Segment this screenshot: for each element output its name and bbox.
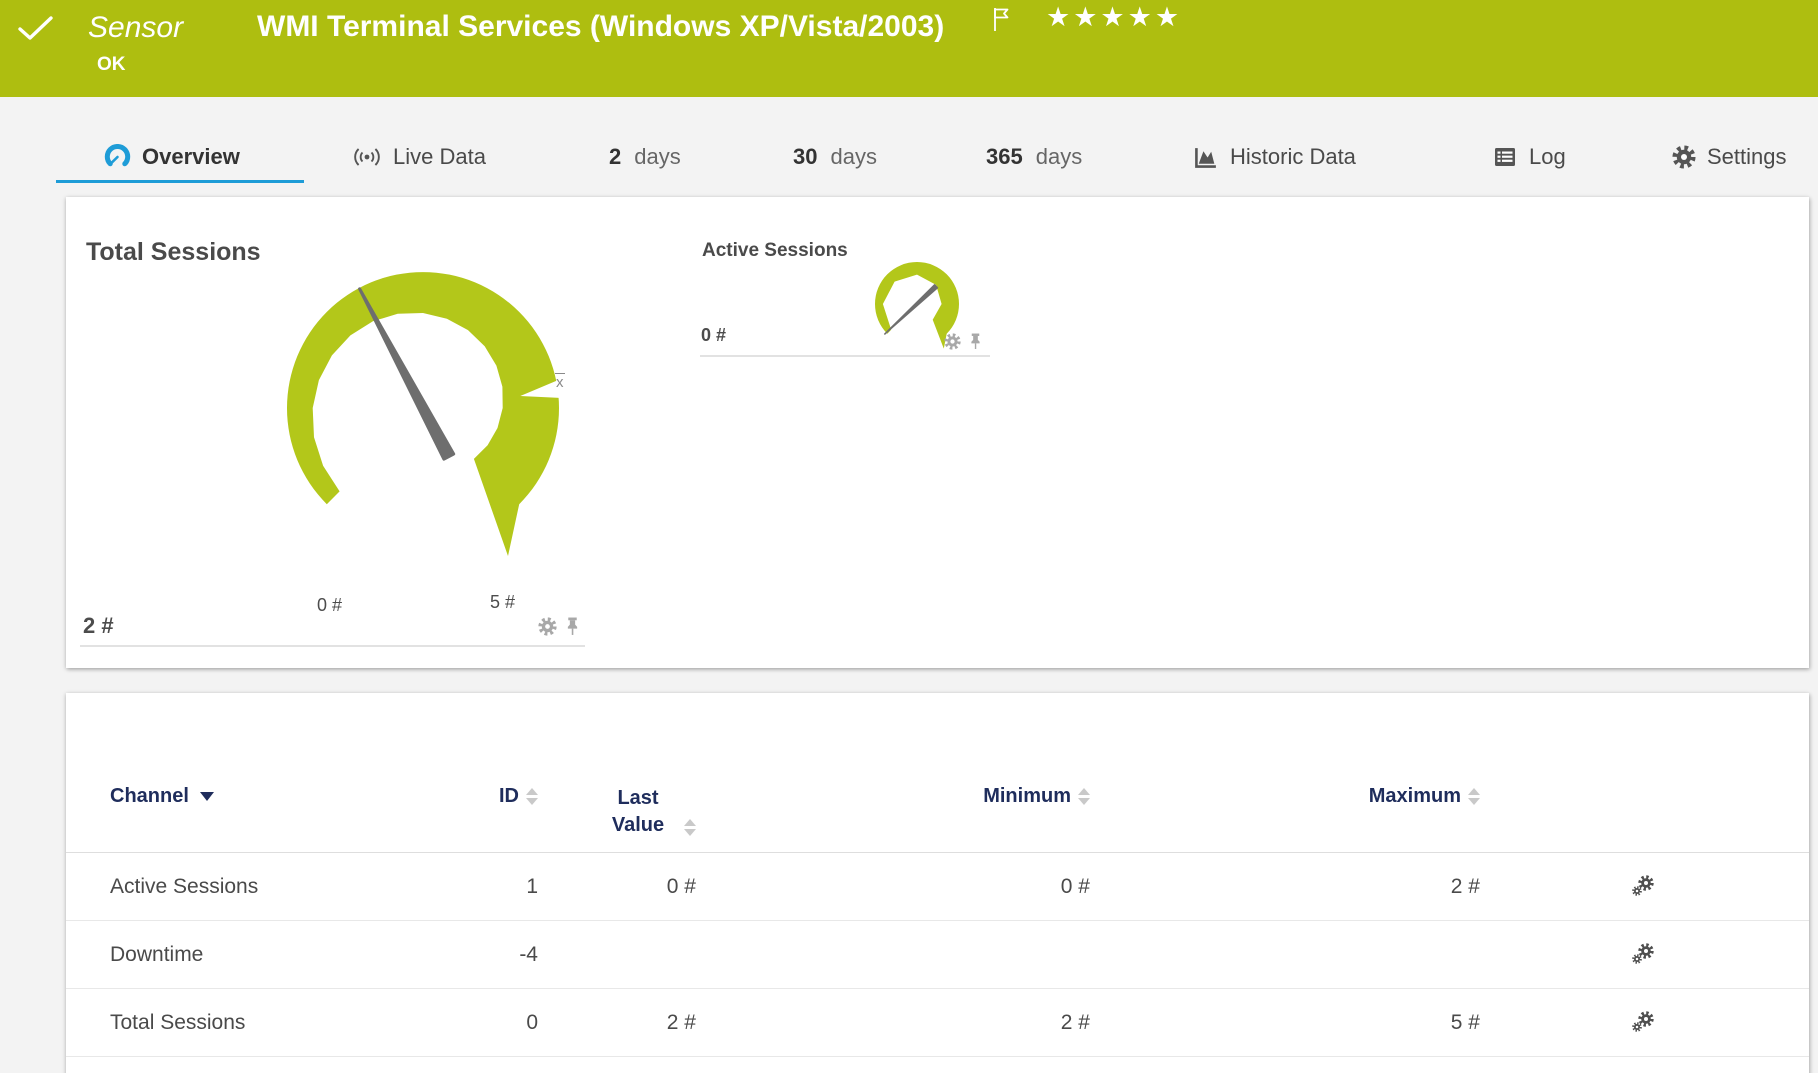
- tab-label: Live Data: [393, 144, 486, 170]
- gear-icon: [1672, 145, 1696, 169]
- gauges-panel: Total Sessions x 0 # 5 # 2 # Active Sess…: [66, 197, 1809, 668]
- tab-label: Overview: [142, 144, 240, 170]
- pin-icon[interactable]: [564, 617, 581, 636]
- tab-label: days: [1036, 144, 1082, 170]
- table-row-downtime: Downtime -4: [66, 921, 1809, 989]
- channel-settings-icon[interactable]: [1628, 873, 1655, 900]
- broadcast-icon: [352, 145, 382, 169]
- tab-2-days[interactable]: 2 days: [609, 134, 681, 180]
- tile-divider: [700, 355, 990, 357]
- gauge-scale-min: 0 #: [317, 595, 342, 616]
- gauge-current-value: 0 #: [701, 325, 726, 346]
- tab-live-data[interactable]: Live Data: [352, 134, 486, 180]
- column-header-label: ID: [499, 785, 519, 808]
- tab-label: days: [634, 144, 680, 170]
- tab-label: Settings: [1707, 144, 1787, 170]
- average-marker-label: x: [555, 374, 565, 391]
- tab-number: 30: [793, 144, 817, 170]
- channel-last-value: 0 #: [538, 875, 696, 899]
- total-sessions-gauge: [260, 258, 600, 588]
- status-text: OK: [97, 54, 126, 76]
- area-chart-icon: [1192, 144, 1219, 171]
- channel-id: 1: [398, 875, 538, 899]
- check-icon: [18, 16, 54, 42]
- gauge-title-active-sessions: Active Sessions: [702, 240, 848, 262]
- column-header-label: Last Value: [599, 785, 677, 839]
- column-header-minimum[interactable]: Minimum: [696, 785, 1090, 808]
- gauge-title-total-sessions: Total Sessions: [86, 238, 261, 267]
- tab-label: Historic Data: [1230, 144, 1356, 170]
- tab-number: 2: [609, 144, 621, 170]
- sort-arrows-icon: [1468, 788, 1480, 805]
- channel-minimum: 0 #: [696, 875, 1090, 899]
- channel-last-value: 2 #: [538, 1011, 696, 1035]
- column-header-id[interactable]: ID: [398, 785, 538, 808]
- tile-divider: [80, 645, 585, 647]
- sort-arrows-icon: [684, 819, 696, 836]
- gauge-icon: [104, 144, 131, 171]
- flag-icon[interactable]: [992, 6, 1014, 34]
- sort-desc-icon: [200, 792, 214, 801]
- gauge-scale-max: 5 #: [490, 592, 515, 613]
- tab-settings[interactable]: Settings: [1672, 134, 1787, 180]
- sensor-status-banner: Sensor WMI Terminal Services (Windows XP…: [0, 0, 1818, 97]
- gear-icon[interactable]: [944, 333, 961, 350]
- tab-historic-data[interactable]: Historic Data: [1192, 134, 1356, 180]
- table-row-active-sessions: Active Sessions 1 0 # 0 # 2 #: [66, 853, 1809, 921]
- table-header-row: Channel ID Last Value Minimum Maximum: [66, 693, 1809, 853]
- sort-arrows-icon: [526, 788, 538, 805]
- channel-name: Active Sessions: [110, 875, 398, 899]
- column-header-channel[interactable]: Channel: [110, 785, 398, 808]
- channel-id: 0: [398, 1011, 538, 1035]
- channel-settings-icon[interactable]: [1628, 1009, 1655, 1036]
- channel-name: Downtime: [110, 943, 398, 967]
- prtg-sensor-page: Sensor WMI Terminal Services (Windows XP…: [0, 0, 1818, 1073]
- channel-minimum: 2 #: [696, 1011, 1090, 1035]
- tile-toolbar: [944, 333, 983, 350]
- sort-arrows-icon: [1078, 788, 1090, 805]
- gauge-needle: [885, 285, 938, 334]
- column-header-label: Channel: [110, 785, 189, 808]
- table-row-total-sessions: Total Sessions 0 2 # 2 # 5 #: [66, 989, 1809, 1057]
- tab-number: 365: [986, 144, 1023, 170]
- channel-maximum: 5 #: [1090, 1011, 1480, 1035]
- column-header-maximum[interactable]: Maximum: [1090, 785, 1480, 808]
- channel-settings-icon[interactable]: [1628, 941, 1655, 968]
- tab-overview[interactable]: Overview: [104, 134, 240, 180]
- gauge-current-value: 2 #: [83, 613, 114, 639]
- pin-icon[interactable]: [968, 333, 983, 350]
- channel-maximum: 2 #: [1090, 875, 1480, 899]
- sensor-title: WMI Terminal Services (Windows XP/Vista/…: [257, 12, 944, 42]
- column-header-label: Maximum: [1369, 785, 1461, 808]
- channel-id: -4: [398, 943, 538, 967]
- column-header-last-value[interactable]: Last Value: [538, 785, 696, 839]
- tab-log[interactable]: Log: [1492, 134, 1566, 180]
- channel-name: Total Sessions: [110, 1011, 398, 1035]
- tab-365-days[interactable]: 365 days: [986, 134, 1082, 180]
- tab-30-days[interactable]: 30 days: [793, 134, 877, 180]
- channel-table-panel: Channel ID Last Value Minimum Maximum: [66, 693, 1809, 1073]
- log-list-icon: [1492, 144, 1518, 170]
- tile-toolbar: [538, 617, 581, 636]
- active-tab-indicator: [56, 180, 304, 183]
- object-type-label: Sensor: [88, 13, 183, 43]
- gear-icon[interactable]: [538, 617, 557, 636]
- column-header-label: Minimum: [983, 785, 1071, 808]
- tab-label: days: [830, 144, 876, 170]
- priority-stars[interactable]: ★★★★★: [1046, 4, 1182, 31]
- tab-label: Log: [1529, 144, 1566, 170]
